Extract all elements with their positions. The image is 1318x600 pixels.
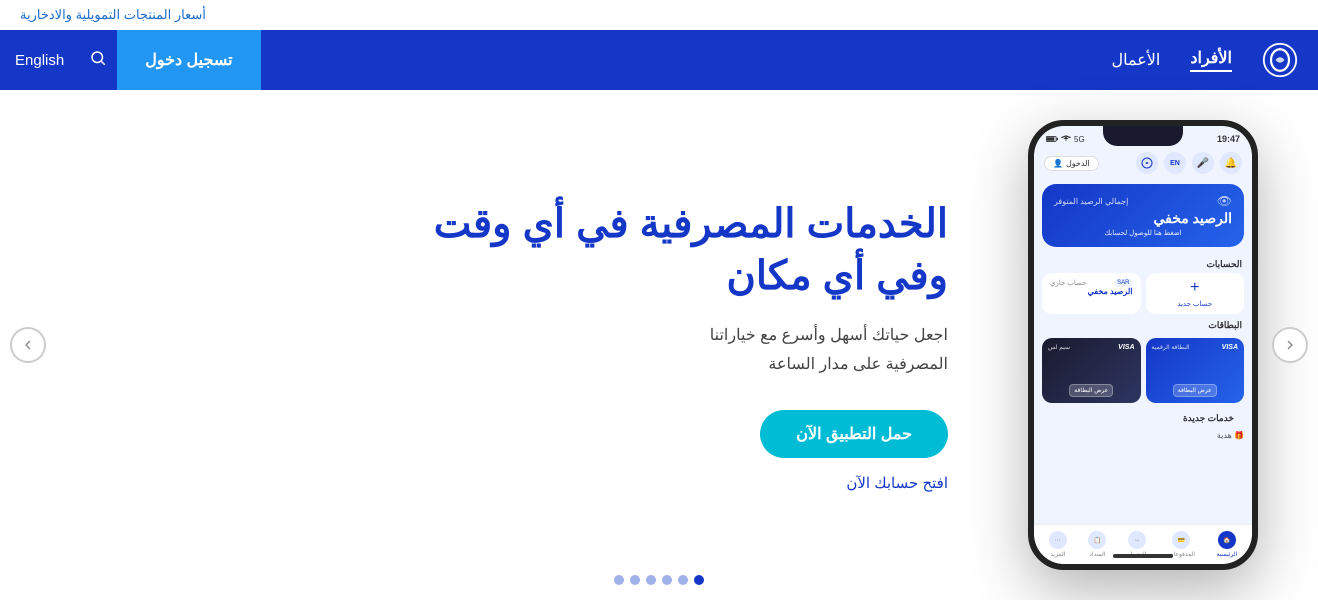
download-app-button[interactable]: حمل التطبيق الآن — [760, 410, 948, 458]
phone-cards: VISA البطاقة الرقمية عرض البطاقة VISA سي… — [1034, 334, 1252, 407]
nav-en-badge: EN — [1164, 152, 1186, 174]
dot-3[interactable] — [662, 575, 672, 585]
new-account-content: + حساب جديد — [1154, 279, 1237, 308]
sidebar-item-individuals[interactable]: الأفراد — [1190, 48, 1232, 72]
phone-mockup-container: 19:47 5G — [1028, 120, 1258, 570]
visa-label-1: VISA — [1222, 344, 1238, 351]
open-account-link[interactable]: افتح حسابك الآن — [100, 474, 948, 492]
next-arrow-button[interactable] — [1272, 327, 1308, 363]
dot-5[interactable] — [630, 575, 640, 585]
new-services-section: خدمات جديدة 🎁 هدية — [1034, 407, 1252, 444]
visa-label-2: VISA — [1118, 344, 1134, 351]
phone-login-label: الدخول — [1066, 159, 1090, 168]
card2-label: سيم لس — [1048, 344, 1070, 351]
search-icon — [89, 49, 107, 67]
phone-screen: 19:47 5G — [1034, 126, 1252, 564]
new-account-label: حساب جديد — [1177, 300, 1212, 308]
dot-6[interactable] — [614, 575, 624, 585]
navbar-right: English تسجيل دخول — [0, 30, 261, 90]
existing-account-title: حساب جاري — [1050, 279, 1087, 287]
dot-4[interactable] — [646, 575, 656, 585]
phone-notch — [1103, 126, 1183, 146]
alinma-icon — [1141, 157, 1153, 169]
hide-balance-icon: 👁 — [1217, 194, 1232, 208]
logo — [1242, 42, 1318, 78]
more-icon: ⋯ — [1049, 531, 1067, 549]
phone-bottom-nav: 🏠 الرئيسية 💳 المدفوعات ↔ التحويل 📋 السدا… — [1034, 524, 1252, 564]
existing-account-label: SAR حساب جاري — [1050, 279, 1133, 287]
existing-account-card[interactable]: SAR حساب جاري الرصيد مخفي — [1042, 273, 1141, 314]
wifi-icon — [1061, 135, 1071, 143]
notification-icon: 🔔 — [1220, 152, 1242, 174]
bank-logo-icon — [1262, 42, 1298, 78]
new-services-title: خدمات جديدة — [1042, 407, 1244, 427]
new-account-card[interactable]: + حساب جديد — [1146, 273, 1245, 314]
hero-title-line2: وفي أي مكان — [726, 254, 948, 298]
phone-balance-section: 👁 إجمالي الرصيد المتوفر الرصيد مخفي اضغط… — [1042, 184, 1244, 247]
financing-link[interactable]: أسعار المنتجات التمويلية والادخارية — [20, 7, 206, 22]
hero-subtitle-line1: اجعل حياتك أسهل وأسرع مع خياراتنا — [710, 327, 948, 344]
cards-section-title: البطاقات — [1034, 314, 1252, 334]
phone-balance-label: إجمالي الرصيد المتوفر — [1054, 197, 1128, 206]
language-button[interactable]: English — [0, 52, 79, 69]
navbar: الأفراد الأعمال English تسجيل دخول — [0, 30, 1318, 90]
card1-label: البطاقة الرقمية — [1152, 344, 1190, 351]
phone-mockup: 19:47 5G — [1028, 120, 1258, 570]
home-icon: 🏠 — [1218, 531, 1236, 549]
chevron-right-icon — [1282, 337, 1298, 353]
nav-more-label: المزيد — [1050, 551, 1065, 558]
dot-2[interactable] — [678, 575, 688, 585]
plus-icon: + — [1190, 279, 1199, 297]
mic-icon: 🎤 — [1192, 152, 1214, 174]
hero-title-line1: الخدمات المصرفية في أي وقت — [434, 202, 948, 246]
phone-accounts: + حساب جديد SAR حساب جاري الرصيد مخفي — [1034, 273, 1252, 314]
nav-item-payment[interactable]: 📋 السداد — [1088, 531, 1106, 558]
search-button[interactable] — [79, 49, 117, 72]
existing-account-content: SAR حساب جاري الرصيد مخفي — [1050, 279, 1133, 296]
hero-subtitle: اجعل حياتك أسهل وأسرع مع خياراتنا المصرف… — [100, 322, 948, 380]
hero-title: الخدمات المصرفية في أي وقت وفي أي مكان — [100, 198, 948, 302]
prev-arrow-button[interactable] — [10, 327, 46, 363]
sar-badge: SAR — [1114, 279, 1132, 287]
nav-logo-icon — [1136, 152, 1158, 174]
phone-balance-link[interactable]: اضغط هنا للوصول لحسابك — [1054, 229, 1232, 237]
dot-1[interactable] — [694, 575, 704, 585]
phone-login-badge: الدخول 👤 — [1044, 156, 1099, 171]
battery-icon — [1046, 135, 1058, 143]
hero-subtitle-line2: المصرفية على مدار الساعة — [768, 356, 948, 373]
existing-account-value: الرصيد مخفي — [1050, 287, 1133, 296]
phone-nav: 🔔 🎤 EN الدخول 👤 — [1034, 148, 1252, 178]
nav-home-label: الرئيسية — [1217, 551, 1238, 558]
nav-payment-label: السداد — [1089, 551, 1105, 558]
phone-status-icons: 5G — [1046, 135, 1085, 144]
navbar-links: الأفراد الأعمال — [261, 48, 1242, 72]
sim-card[interactable]: VISA سيم لس عرض البطاقة — [1042, 338, 1141, 403]
payments-icon: 💳 — [1172, 531, 1190, 549]
top-bar: أسعار المنتجات التمويلية والادخارية — [0, 0, 1318, 30]
new-services-item: 🎁 هدية — [1042, 427, 1244, 444]
card1-btn[interactable]: عرض البطاقة — [1173, 384, 1217, 397]
accounts-section-title: الحسابات — [1034, 253, 1252, 273]
sidebar-item-business[interactable]: الأعمال — [1112, 50, 1161, 70]
hero-section: 19:47 5G — [0, 90, 1318, 600]
nav-item-more[interactable]: ⋯ المزيد — [1049, 531, 1067, 558]
phone-user-icon: 👤 — [1053, 159, 1063, 168]
digital-card[interactable]: VISA البطاقة الرقمية عرض البطاقة — [1146, 338, 1245, 403]
phone-home-indicator — [1113, 554, 1173, 558]
payment-icon: 📋 — [1088, 531, 1106, 549]
chevron-left-icon — [20, 337, 36, 353]
signal-icon: 5G — [1074, 135, 1085, 144]
gift-emoji: 🎁 — [1234, 431, 1244, 440]
carousel-dots — [614, 575, 704, 585]
phone-nav-icons: 🔔 🎤 EN — [1136, 152, 1242, 174]
card2-btn[interactable]: عرض البطاقة — [1069, 384, 1113, 397]
gift-label: هدية — [1217, 431, 1232, 440]
nav-item-home[interactable]: 🏠 الرئيسية — [1217, 531, 1238, 558]
transfer-icon: ↔ — [1128, 531, 1146, 549]
login-button[interactable]: تسجيل دخول — [117, 30, 260, 90]
hero-text: الخدمات المصرفية في أي وقت وفي أي مكان ا… — [100, 198, 988, 492]
phone-balance-hidden: الرصيد مخفي — [1054, 210, 1232, 227]
phone-time: 19:47 — [1217, 134, 1240, 144]
